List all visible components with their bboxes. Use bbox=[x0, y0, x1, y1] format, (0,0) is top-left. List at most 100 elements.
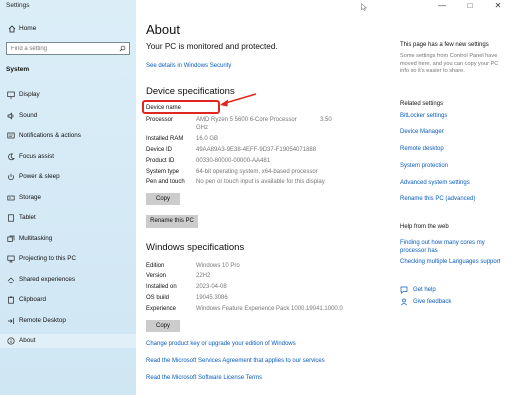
sidebar-item-label: Sound bbox=[19, 112, 38, 119]
minimize-button[interactable]: — bbox=[436, 1, 448, 11]
system-protection-link[interactable]: System protection bbox=[400, 163, 448, 169]
sidebar-item-label: Display bbox=[19, 91, 40, 98]
win-spec-value-experience: Windows Feature Experience Pack 1000.190… bbox=[196, 306, 343, 312]
get-help-link[interactable]: Get help bbox=[413, 287, 436, 293]
rename-pc-button[interactable]: Rename this PC bbox=[146, 215, 198, 228]
close-button[interactable]: ✕ bbox=[492, 1, 504, 11]
services-agreement-link[interactable]: Read the Microsoft Services Agreement th… bbox=[146, 358, 325, 364]
win-spec-label-installed-on: Installed on bbox=[146, 284, 177, 290]
info-icon bbox=[7, 337, 15, 345]
tablet-icon bbox=[8, 214, 14, 222]
protection-status: Your PC is monitored and protected. bbox=[146, 42, 278, 51]
bitlocker-settings-link[interactable]: BitLocker settings bbox=[400, 113, 447, 119]
shared-experiences-icon bbox=[7, 277, 15, 283]
device-name-highlight bbox=[142, 100, 220, 114]
new-settings-description: Some settings from Control Panel have mo… bbox=[400, 53, 499, 74]
spec-value-processor-speed: 3.50 bbox=[320, 117, 332, 123]
spec-value-product-id: 00330-80000-00000-AA481 bbox=[196, 158, 271, 164]
help-heading: Help from the web bbox=[400, 224, 449, 230]
nav-home[interactable]: Home bbox=[0, 22, 136, 36]
sidebar-item-label: Clipboard bbox=[19, 296, 46, 303]
sidebar-item-multitasking[interactable]: Multitasking bbox=[0, 232, 136, 246]
spec-label-processor: Processor bbox=[146, 117, 174, 123]
sidebar-item-label: Multitasking bbox=[19, 235, 53, 242]
rename-pc-advanced-link[interactable]: Rename this PC (advanced) bbox=[400, 196, 475, 202]
sidebar-item-power-sleep[interactable]: Power & sleep bbox=[0, 170, 136, 184]
multitasking-icon bbox=[7, 235, 15, 242]
search-icon[interactable] bbox=[119, 45, 126, 52]
settings-window: Settings Home System Display Sound Notif… bbox=[0, 0, 512, 395]
power-icon bbox=[8, 173, 14, 181]
license-terms-link[interactable]: Read the Microsoft Software License Term… bbox=[146, 375, 262, 381]
annotation-arrow-icon bbox=[220, 93, 257, 107]
sidebar-item-projecting[interactable]: Projecting to this PC bbox=[0, 252, 136, 266]
security-link[interactable]: See details in Windows Security bbox=[146, 63, 231, 69]
cores-help-link[interactable]: Finding out how many cores my processor … bbox=[400, 239, 508, 255]
spec-value-system-type: 64-bit operating system, x64-based proce… bbox=[196, 169, 318, 175]
sidebar-item-storage[interactable]: Storage bbox=[0, 191, 136, 205]
give-feedback-link[interactable]: Give feedback bbox=[413, 299, 451, 305]
sidebar-item-display[interactable]: Display bbox=[0, 88, 136, 102]
get-help-icon bbox=[400, 286, 408, 294]
device-manager-link[interactable]: Device Manager bbox=[400, 129, 444, 135]
remote-desktop-link[interactable]: Remote desktop bbox=[400, 146, 444, 152]
win-spec-label-version: Version bbox=[146, 273, 167, 279]
win-spec-label-edition: Edition bbox=[146, 263, 165, 269]
feedback-icon bbox=[400, 298, 408, 306]
sidebar-item-about[interactable]: About bbox=[0, 334, 136, 348]
sidebar-item-focus-assist[interactable]: Focus assist bbox=[0, 150, 136, 164]
spec-value-ram: 16.0 GB bbox=[196, 136, 219, 142]
related-settings-heading: Related settings bbox=[400, 101, 444, 107]
nav-home-label: Home bbox=[19, 25, 37, 32]
sidebar-item-clipboard[interactable]: Clipboard bbox=[0, 293, 136, 307]
page-title: About bbox=[146, 22, 180, 37]
change-product-key-link[interactable]: Change product key or upgrade your editi… bbox=[146, 341, 296, 347]
win-spec-value-version: 22H2 bbox=[196, 273, 211, 279]
sidebar-item-label: Power & sleep bbox=[19, 173, 60, 180]
sidebar-item-label: Projecting to this PC bbox=[19, 255, 77, 262]
win-spec-value-edition: Windows 10 Pro bbox=[196, 263, 240, 269]
spec-label-product-id: Product ID bbox=[146, 158, 175, 164]
advanced-system-settings-link[interactable]: Advanced system settings bbox=[400, 180, 470, 186]
win-spec-value-os-build: 19045.3086 bbox=[196, 295, 228, 301]
sidebar-item-label: Focus assist bbox=[19, 153, 54, 160]
speaker-icon bbox=[7, 112, 14, 120]
spec-label-ram: Installed RAM bbox=[146, 136, 184, 142]
app-title: Settings bbox=[6, 2, 30, 9]
sidebar-item-shared-experiences[interactable]: Shared experiences bbox=[0, 273, 136, 287]
maximize-button[interactable]: □ bbox=[464, 1, 476, 11]
spec-label-device-id: Device ID bbox=[146, 147, 173, 153]
sidebar-section-title: System bbox=[6, 66, 30, 73]
copy-windows-specs-button[interactable]: Copy bbox=[146, 320, 180, 332]
sidebar-item-label: Tablet bbox=[19, 214, 36, 221]
sidebar-item-label: Storage bbox=[19, 194, 42, 201]
sidebar-item-remote-desktop[interactable]: Remote Desktop bbox=[0, 314, 136, 328]
projecting-icon bbox=[7, 255, 15, 263]
sidebar: Settings Home System Display Sound Notif… bbox=[0, 0, 136, 395]
win-spec-value-installed-on: 2023-04-08 bbox=[196, 284, 227, 290]
sidebar-item-tablet[interactable]: Tablet bbox=[0, 211, 136, 225]
remote-desktop-icon bbox=[8, 318, 14, 324]
spec-label-pen-touch: Pen and touch bbox=[146, 179, 185, 185]
moon-icon bbox=[8, 153, 15, 161]
spec-value-pen-touch: No pen or touch input is available for t… bbox=[196, 179, 325, 185]
spec-value-processor: AMD Ryzen 5 5600 6-Core Processor bbox=[196, 117, 297, 123]
sidebar-item-label: About bbox=[19, 337, 36, 344]
sidebar-item-notifications[interactable]: Notifications & actions bbox=[0, 129, 136, 143]
search-input[interactable] bbox=[7, 43, 125, 54]
notifications-icon bbox=[7, 132, 15, 139]
sidebar-item-sound[interactable]: Sound bbox=[0, 109, 136, 123]
spec-value-processor-unit: GHz bbox=[196, 125, 208, 131]
display-icon bbox=[7, 91, 15, 99]
spec-value-device-id: 49AA89A3-9E38-4EFF-9D37-F19054071888 bbox=[196, 147, 317, 153]
win-spec-label-experience: Experience bbox=[146, 306, 177, 312]
sidebar-item-label: Remote Desktop bbox=[19, 317, 66, 324]
mouse-cursor-icon bbox=[361, 3, 367, 11]
search-box[interactable] bbox=[6, 42, 130, 55]
spec-label-system-type: System type bbox=[146, 169, 180, 175]
win-spec-label-os-build: OS build bbox=[146, 295, 170, 301]
languages-help-link[interactable]: Checking multiple Languages support bbox=[400, 259, 500, 265]
copy-device-specs-button[interactable]: Copy bbox=[146, 193, 180, 205]
home-icon bbox=[8, 25, 16, 33]
clipboard-icon bbox=[8, 296, 14, 304]
